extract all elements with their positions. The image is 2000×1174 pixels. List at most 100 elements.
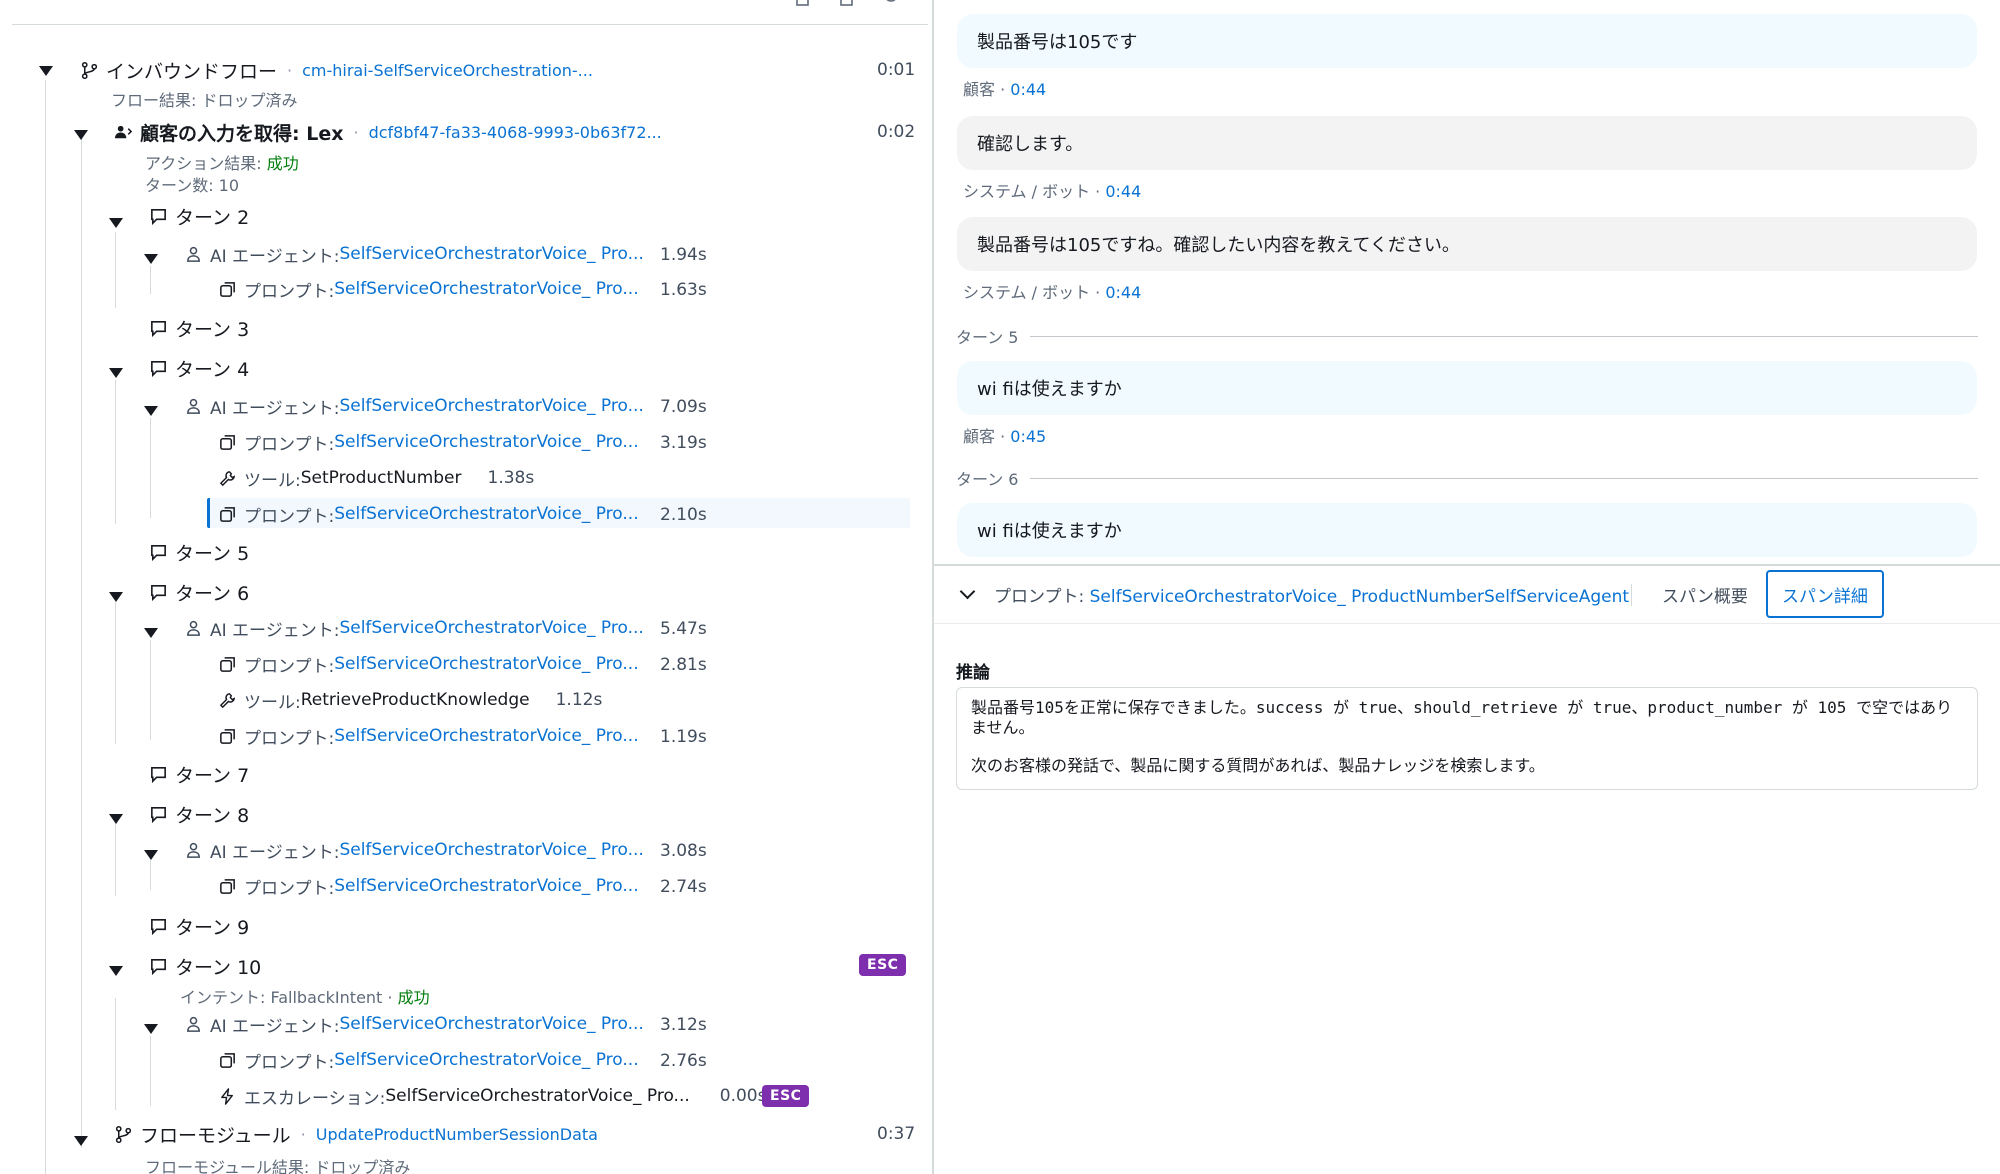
collapse-caret-icon[interactable] <box>143 402 159 418</box>
collapse-caret-icon[interactable] <box>108 214 124 230</box>
flow-result: フロー結果: ドロップ済み <box>111 91 298 110</box>
escalation-name: SelfServiceOrchestratorVoice_ Pro... <box>385 1086 690 1106</box>
flow-module-link[interactable]: UpdateProductNumberSessionData <box>316 1125 598 1144</box>
turn-label: ターン 9 <box>175 916 250 939</box>
escalation-badge: ESC <box>859 954 907 976</box>
tree-guide <box>150 640 151 740</box>
tree-node-prompt-selected[interactable]: プロンプト: SelfServiceOrchestratorVoice_ Pro… <box>216 498 639 530</box>
span-duration: 0.00s <box>719 1086 767 1106</box>
tab-span-overview[interactable]: スパン概要 <box>1648 570 1762 618</box>
tree-node-turn-10[interactable]: ターン 10 <box>147 950 261 982</box>
tree-guide <box>150 418 151 518</box>
agent-link[interactable]: SelfServiceOrchestratorVoice_ Pro... <box>339 1014 643 1034</box>
message-meta: システム / ボット · 0:44 <box>963 182 1142 201</box>
person-icon <box>182 1013 204 1035</box>
collapse-caret-icon[interactable] <box>108 588 124 604</box>
tool-name: SetProductNumber <box>300 468 462 488</box>
tree-node-escalation[interactable]: エスカレーション: SelfServiceOrchestratorVoice_ … <box>216 1080 766 1112</box>
agent-link[interactable]: SelfServiceOrchestratorVoice_ Pro... <box>339 840 643 860</box>
tree-node-prompt[interactable]: プロンプト: SelfServiceOrchestratorVoice_ Pro… <box>216 273 639 305</box>
prompt-link[interactable]: SelfServiceOrchestratorVoice_ Pro... <box>334 654 638 674</box>
tree-guide <box>150 1036 151 1106</box>
agent-link[interactable]: SelfServiceOrchestratorVoice_ Pro... <box>339 618 643 638</box>
prompt-link[interactable]: SelfServiceOrchestratorVoice_ Pro... <box>334 726 638 746</box>
span-duration: 1.63s <box>660 280 707 300</box>
tree-node-turn-5[interactable]: ターン 5 <box>147 536 249 568</box>
action-result: アクション結果: 成功 <box>145 154 299 173</box>
prompt-link[interactable]: SelfServiceOrchestratorVoice_ Pro... <box>334 1050 638 1070</box>
tree-guide <box>150 266 151 294</box>
collapse-caret-icon[interactable] <box>143 846 159 862</box>
collapse-caret-icon[interactable] <box>143 1020 159 1036</box>
node-time: 0:02 <box>877 122 916 142</box>
tree-node-turn-9[interactable]: ターン 9 <box>147 910 249 942</box>
tree-guide <box>115 380 116 524</box>
tree-node-ai-agent[interactable]: AI エージェント: SelfServiceOrchestratorVoice_… <box>182 1008 644 1040</box>
collapse-caret-icon[interactable] <box>143 624 159 640</box>
person-icon <box>182 617 204 639</box>
collapse-caret-icon[interactable] <box>73 126 89 142</box>
span-duration: 3.19s <box>660 433 707 453</box>
refresh-icon[interactable] <box>880 0 902 8</box>
tree-node-ai-agent[interactable]: AI エージェント: SelfServiceOrchestratorVoice_… <box>182 834 644 866</box>
flow-link[interactable]: cm-hirai-SelfServiceOrchestration-... <box>302 61 593 80</box>
tree-node-prompt[interactable]: プロンプト: SelfServiceOrchestratorVoice_ Pro… <box>216 426 639 458</box>
chat-bubble-icon <box>147 803 169 825</box>
tree-node-turn-7[interactable]: ターン 7 <box>147 758 249 790</box>
tree-node-prompt[interactable]: プロンプト: SelfServiceOrchestratorVoice_ Pro… <box>216 648 639 680</box>
tree-node-prompt[interactable]: プロンプト: SelfServiceOrchestratorVoice_ Pro… <box>216 870 639 902</box>
copy-icon[interactable] <box>792 0 814 8</box>
tree-node-turn-3[interactable]: ターン 3 <box>147 312 249 344</box>
lightning-icon <box>216 1085 238 1107</box>
tree-node-lex[interactable]: 顧客の入力を取得: Lex · dcf8bf47-fa33-4068-9993-… <box>112 116 662 148</box>
tree-node-ai-agent[interactable]: AI エージェント: SelfServiceOrchestratorVoice_… <box>182 238 644 270</box>
prompt-link[interactable]: SelfServiceOrchestratorVoice_ Pro... <box>334 504 638 524</box>
prompt-link[interactable]: SelfServiceOrchestratorVoice_ Pro... <box>334 876 638 896</box>
span-title-link[interactable]: SelfServiceOrchestratorVoice_ ProductNum… <box>1090 587 1629 607</box>
tree-node-prompt[interactable]: プロンプト: SelfServiceOrchestratorVoice_ Pro… <box>216 720 639 752</box>
span-duration: 2.81s <box>660 655 707 675</box>
prompt-icon <box>216 503 238 525</box>
tree-node-turn-6[interactable]: ターン 6 <box>147 576 249 608</box>
node-label: インバウンドフロー <box>106 60 278 83</box>
tree-node-turn-2[interactable]: ターン 2 <box>147 200 249 232</box>
turn-label: ターン 7 <box>175 764 250 787</box>
collapse-caret-icon[interactable] <box>108 962 124 978</box>
turn-label: ターン 6 <box>175 582 250 605</box>
prompt-link[interactable]: SelfServiceOrchestratorVoice_ Pro... <box>334 279 638 299</box>
tree-node-ai-agent[interactable]: AI エージェント: SelfServiceOrchestratorVoice_… <box>182 390 644 422</box>
collapse-caret-icon[interactable] <box>73 1132 89 1148</box>
tree-node-inbound-flow[interactable]: インバウンドフロー · cm-hirai-SelfServiceOrchestr… <box>78 54 593 86</box>
tree-node-tool[interactable]: ツール: SetProductNumber 1.38s <box>216 462 534 494</box>
chevron-down-icon[interactable] <box>960 585 976 601</box>
chat-bubble-icon <box>147 581 169 603</box>
prompt-icon <box>216 875 238 897</box>
agent-link[interactable]: SelfServiceOrchestratorVoice_ Pro... <box>339 244 643 264</box>
tree-guide <box>45 80 46 1174</box>
collapse-caret-icon[interactable] <box>143 250 159 266</box>
tree-node-turn-4[interactable]: ターン 4 <box>147 352 249 384</box>
lex-link[interactable]: dcf8bf47-fa33-4068-9993-0b63f72... <box>369 123 662 142</box>
chat-bubble-icon <box>147 541 169 563</box>
collapse-caret-icon[interactable] <box>38 62 54 78</box>
span-detail-panel: プロンプト: SelfServiceOrchestratorVoice_ Pro… <box>934 564 2000 1174</box>
trace-tree-panel: インバウンドフロー · cm-hirai-SelfServiceOrchestr… <box>0 0 930 1174</box>
message-meta: システム / ボット · 0:44 <box>963 283 1142 302</box>
span-duration: 2.76s <box>660 1051 707 1071</box>
collapse-caret-icon[interactable] <box>108 810 124 826</box>
tree-node-ai-agent[interactable]: AI エージェント: SelfServiceOrchestratorVoice_… <box>182 612 644 644</box>
flow-module-result: フローモジュール結果: ドロップ済み <box>145 1158 411 1174</box>
tree-node-flow-module[interactable]: フローモジュール · UpdateProductNumberSessionDat… <box>112 1118 598 1150</box>
prompt-link[interactable]: SelfServiceOrchestratorVoice_ Pro... <box>334 432 638 452</box>
tree-node-turn-8[interactable]: ターン 8 <box>147 798 249 830</box>
tab-span-details[interactable]: スパン詳細 <box>1766 570 1884 618</box>
span-duration: 5.47s <box>660 619 707 639</box>
download-icon[interactable] <box>836 0 858 8</box>
collapse-caret-icon[interactable] <box>108 364 124 380</box>
person-icon <box>182 243 204 265</box>
agent-link[interactable]: SelfServiceOrchestratorVoice_ Pro... <box>339 396 643 416</box>
span-duration: 1.94s <box>660 245 707 265</box>
tree-node-prompt[interactable]: プロンプト: SelfServiceOrchestratorVoice_ Pro… <box>216 1044 639 1076</box>
tab-divider <box>1631 584 1632 606</box>
tree-node-tool[interactable]: ツール: RetrieveProductKnowledge 1.12s <box>216 684 602 716</box>
